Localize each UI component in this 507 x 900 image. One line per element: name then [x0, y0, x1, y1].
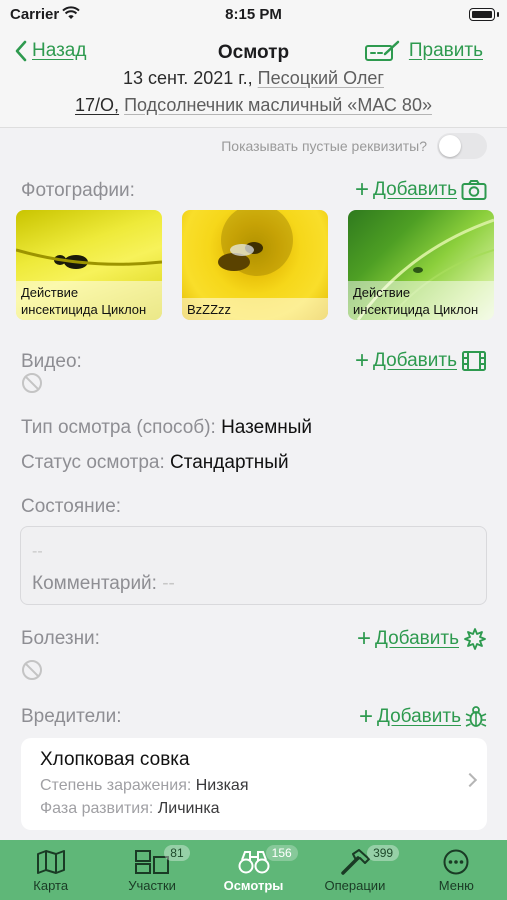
clock: 8:15 PM [225, 6, 282, 23]
pest-name: Хлопковая совка [40, 749, 190, 770]
tab-inspections-label: Осмотры [223, 878, 284, 893]
tab-fields-label: Участки [128, 878, 176, 893]
inspection-status-key: Статус осмотра: [21, 452, 165, 473]
add-photo-label: Добавить [373, 179, 457, 200]
state-label: Состояние: [21, 496, 122, 517]
plus-icon: + [355, 347, 370, 374]
add-disease-label: Добавить [375, 628, 459, 649]
no-video-icon [22, 373, 42, 393]
tab-menu-label: Меню [438, 878, 474, 893]
photo-caption: Действие инсектицида Циклон [16, 281, 162, 320]
crop-link[interactable]: Подсолнечник масличный «МАС 80» [124, 95, 432, 115]
state-box: -- Комментарий: -- [20, 526, 487, 605]
toggle-knob [439, 135, 461, 157]
inspection-type-value: Наземный [221, 417, 313, 438]
inspection-type-key: Тип осмотра (способ): [21, 417, 216, 438]
tab-map-label: Карта [33, 878, 69, 893]
status-bar: Carrier 8:15 PM [0, 0, 507, 30]
show-empty-label: Показывать пустые реквизиты? [221, 138, 427, 154]
tab-fields[interactable]: 81 Участки [101, 840, 202, 900]
add-video-button[interactable]: + Добавить [355, 347, 487, 374]
pest-infection-value: Низкая [195, 777, 249, 794]
tab-inspections[interactable]: 156 Осмотры [203, 840, 304, 900]
add-pest-label: Добавить [377, 706, 461, 727]
add-video-label: Добавить [373, 350, 457, 371]
pest-card[interactable]: Хлопковая совка Степень заражения: Низка… [21, 738, 487, 830]
plus-icon: + [357, 625, 372, 652]
no-disease-icon [22, 660, 42, 680]
bug-icon [465, 706, 487, 727]
navigation-header: Назад Осмотр Править 13 сент. 2021 г., П… [0, 30, 507, 128]
state-value: -- [32, 543, 43, 560]
plus-icon: + [359, 703, 374, 730]
tab-menu[interactable]: Меню [406, 840, 507, 900]
inspection-type-row: Тип осмотра (способ): Наземный [21, 417, 312, 439]
pest-infection-key: Степень заражения: [40, 777, 192, 794]
chevron-right-icon [462, 772, 478, 788]
tab-bar: Карта 81 Участки 156 Осмотры 399 Операци… [0, 840, 507, 900]
camera-icon [461, 180, 487, 200]
add-disease-button[interactable]: + Добавить [357, 627, 487, 651]
video-label: Видео: [21, 351, 82, 372]
plus-icon: + [355, 176, 370, 203]
tab-map[interactable]: Карта [0, 840, 101, 900]
edit-label: Править [408, 40, 483, 61]
photo-strip[interactable]: Действие инсектицида Циклон BzZZzz Дейст… [16, 210, 507, 322]
comment-row: Комментарий: -- [32, 573, 175, 595]
map-icon [36, 850, 65, 874]
pest-phase-row: Фаза развития: Личинка [40, 800, 220, 818]
inspection-status-row: Статус осмотра: Стандартный [21, 452, 289, 474]
photo-thumbnail[interactable]: Действие инсектицида Циклон [16, 210, 162, 320]
battery-icon [469, 8, 499, 21]
tab-operations[interactable]: 399 Операции [304, 840, 405, 900]
add-pest-button[interactable]: + Добавить [359, 705, 487, 729]
pest-phase-value: Личинка [157, 800, 220, 817]
show-empty-toggle[interactable] [437, 133, 487, 159]
inspection-meta: 13 сент. 2021 г., Песоцкий Олег [0, 68, 507, 89]
edit-button[interactable]: Править [364, 40, 483, 62]
tab-operations-label: Операции [324, 878, 386, 893]
photo-caption: BzZZzz [182, 298, 328, 320]
pest-phase-key: Фаза развития: [40, 800, 154, 817]
pests-label: Вредители: [21, 706, 122, 727]
field-meta: 17/О, Подсолнечник масличный «МАС 80» [0, 95, 507, 116]
photo-caption: Действие инсектицида Циклон [348, 281, 494, 320]
inspection-date: 13 сент. 2021 г., [123, 68, 253, 88]
tab-operations-badge: 399 [367, 845, 400, 861]
show-empty-row: Показывать пустые реквизиты? [221, 133, 487, 159]
photo-thumbnail[interactable]: Действие инсектицида Циклон [348, 210, 494, 320]
edit-pen-icon [364, 40, 400, 61]
pest-infection-row: Степень заражения: Низкая [40, 777, 249, 795]
inspection-status-value: Стандартный [170, 452, 289, 473]
photos-label: Фотографии: [21, 180, 135, 201]
tab-fields-badge: 81 [164, 845, 190, 861]
diseases-label: Болезни: [21, 628, 100, 649]
field-code-link[interactable]: 17/О, [75, 95, 119, 115]
film-icon [462, 351, 486, 371]
comment-key: Комментарий: [32, 573, 157, 594]
virus-icon [464, 628, 486, 650]
comment-value: -- [162, 573, 175, 594]
photo-thumbnail[interactable]: BzZZzz [182, 210, 328, 320]
tab-inspections-badge: 156 [265, 845, 298, 861]
inspector-link[interactable]: Песоцкий Олег [258, 68, 384, 88]
more-icon [443, 849, 469, 875]
add-photo-button[interactable]: + Добавить [355, 176, 487, 203]
